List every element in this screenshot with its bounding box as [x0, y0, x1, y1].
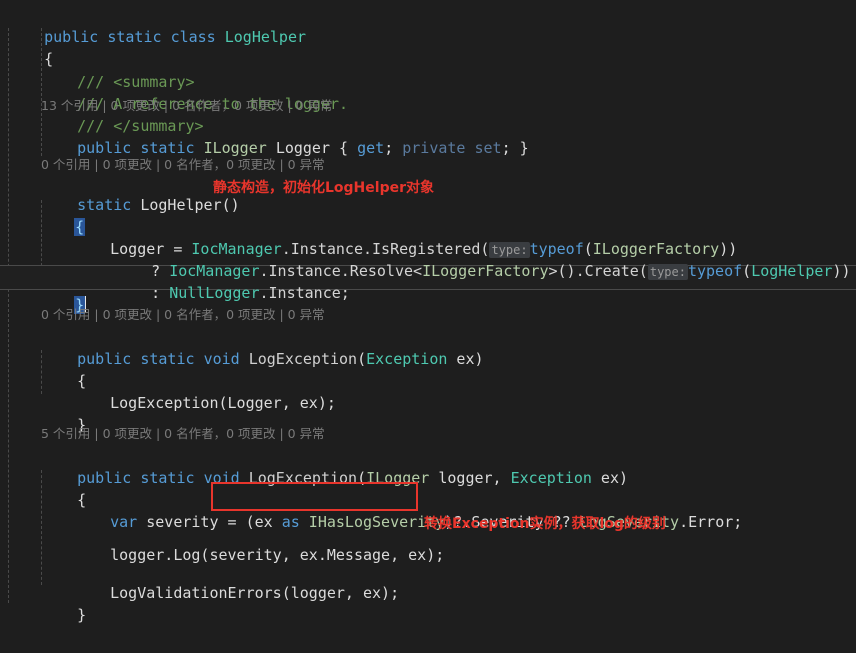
brace-close: } [519, 139, 529, 157]
code-line-method1-close-brace[interactable]: } [0, 388, 856, 434]
semicolon: ; [501, 139, 511, 157]
annotation-cast-exception: 转换Exception实例，获取log的级别 [424, 516, 666, 532]
code-editor[interactable]: public static class LogHelper { /// <sum… [0, 0, 856, 624]
code-line-logger-property[interactable]: public static ILogger Logger { get; priv… [0, 111, 856, 157]
brace-close: } [77, 606, 87, 624]
annotation-static-constructor: 静态构造，初始化LogHelper对象 [213, 180, 434, 196]
code-line-method2-close-brace[interactable]: } [0, 578, 856, 624]
semicolon: ; [384, 139, 394, 157]
brace-open: { [339, 139, 349, 157]
code-line-class-open-brace[interactable]: { [0, 22, 856, 68]
code-line-ctor-close-brace[interactable]: } [0, 268, 856, 314]
code-line-severity-assignment[interactable]: var severity = (ex as IHasLogSeverity)?.… [0, 485, 856, 531]
accessor-private-set: private set [402, 139, 502, 157]
accessor-get: get [357, 139, 385, 157]
